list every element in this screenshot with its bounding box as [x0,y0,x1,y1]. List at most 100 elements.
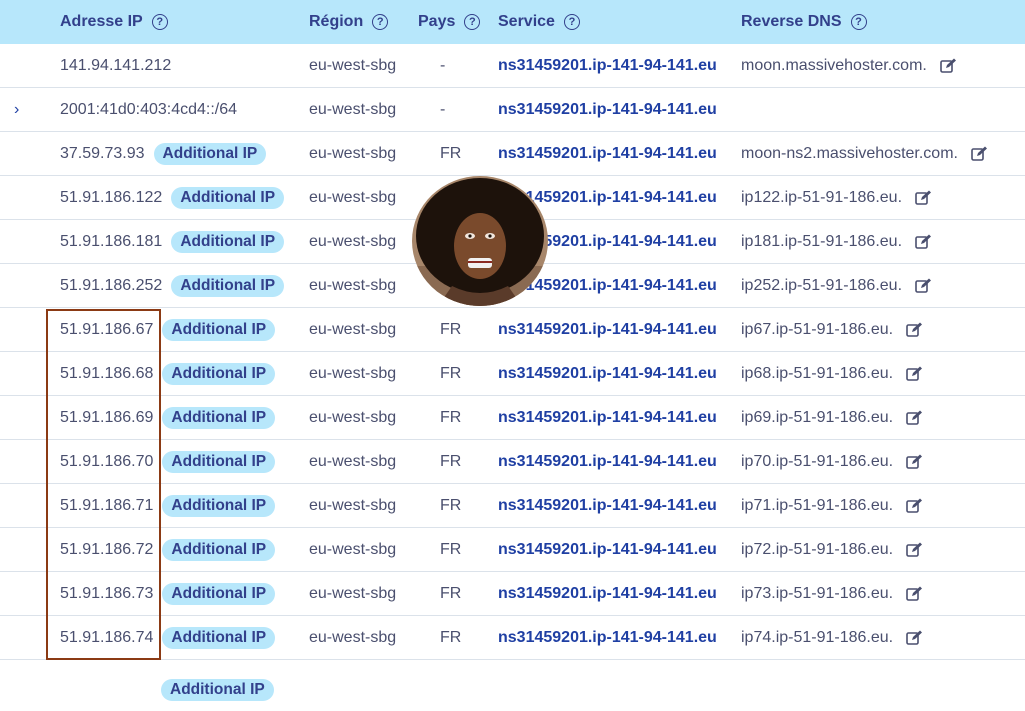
reverse-dns-text: ip69.ip-51-91-186.eu. [741,408,894,426]
table-row[interactable]: › 2001:41d0:403:4cd4::/64 eu-west-sbg - ns31… [0,88,1025,132]
service-link[interactable]: ns31459201.ip-141-94-141.eu [498,440,717,483]
edit-icon[interactable] [914,277,932,295]
service-link[interactable]: ns31459201.ip-141-94-141.eu [498,352,717,395]
region-cell: eu-west-sbg [309,56,397,74]
service-link[interactable]: ns31459201.ip-141-94-141.eu [498,132,717,175]
table-row[interactable]: 51.91.186.73 Additional IP eu-west-sbg FR ns… [0,572,1025,616]
table-row[interactable]: 51.91.186.67 Additional IP eu-west-sbg FR ns… [0,308,1025,352]
country-cell: - [440,56,446,74]
reverse-dns-text: ip72.ip-51-91-186.eu. [741,540,894,558]
country-cell: FR [440,584,462,602]
additional-ip-badge: Additional IP [171,274,285,297]
ip-cell: 51.91.186.72 Additional IP [60,528,276,571]
table-row[interactable]: 51.91.186.68 Additional IP eu-west-sbg FR ns… [0,352,1025,396]
additional-ip-badge: Additional IP [162,450,276,473]
ip-cell: 51.91.186.122 Additional IP [60,176,285,219]
region-cell: eu-west-sbg [309,628,397,646]
table-header: Adresse IP ? Région ? Pays ? Service ? R… [0,0,1025,44]
reverse-dns-cell: ip74.ip-51-91-186.eu. [741,616,923,659]
column-header-ip[interactable]: Adresse IP ? [60,0,168,44]
reverse-dns-text: ip122.ip-51-91-186.eu. [741,188,903,206]
service-link[interactable]: ns31459201.ip-141-94-141.eu [498,44,717,87]
service-link[interactable]: ns31459201.ip-141-94-141.eu [498,88,717,131]
country-cell: FR [440,364,462,382]
reverse-dns-text: ip70.ip-51-91-186.eu. [741,452,894,470]
help-icon[interactable]: ? [151,14,168,30]
reverse-dns-cell: ip68.ip-51-91-186.eu. [741,352,923,395]
edit-icon[interactable] [905,453,923,471]
additional-ip-badge: Additional IP [162,362,276,385]
table-row[interactable]: 51.91.186.74 Additional IP eu-west-sbg FR ns… [0,616,1025,660]
service-link[interactable]: ns31459201.ip-141-94-141.eu [498,484,717,527]
service-link[interactable]: ns31459201.ip-141-94-141.eu [498,616,717,659]
ip-address: 37.59.73.93 [60,144,145,162]
ip-cell: 51.91.186.69 Additional IP [60,396,276,439]
additional-ip-badge: Additional IP [162,538,276,561]
additional-ip-badge: Additional IP [171,230,285,253]
service-link[interactable]: ns31459201.ip-141-94-141.eu [498,528,717,571]
expand-chevron-icon[interactable]: › [14,88,19,131]
reverse-dns-text: ip68.ip-51-91-186.eu. [741,364,894,382]
country-cell: FR [440,408,462,426]
additional-ip-badge: Additional IP [162,318,276,341]
column-header-service[interactable]: Service ? [498,0,580,44]
ip-address: 51.91.186.252 [60,276,163,294]
column-header-ip-label: Adresse IP [60,13,143,30]
additional-ip-badge: Additional IP [153,142,267,165]
ip-address: 141.94.141.212 [60,56,172,74]
country-cell: FR [440,496,462,514]
table-row[interactable]: 51.91.186.69 Additional IP eu-west-sbg FR ns… [0,396,1025,440]
edit-icon[interactable] [905,541,923,559]
column-header-country[interactable]: Pays ? [418,0,481,44]
edit-icon[interactable] [905,409,923,427]
region-cell: eu-west-sbg [309,408,397,426]
edit-icon[interactable] [905,365,923,383]
shocked-face-icon [412,176,548,306]
table-row[interactable]: 141.94.141.212 eu-west-sbg - ns31459201.ip-… [0,44,1025,88]
ip-address: 2001:41d0:403:4cd4::/64 [60,100,238,118]
column-header-reverse-dns[interactable]: Reverse DNS ? [741,0,867,44]
ip-cell: 51.91.186.67 Additional IP [60,308,276,351]
reverse-dns-text: ip181.ip-51-91-186.eu. [741,232,903,250]
help-icon[interactable]: ? [850,14,867,30]
reverse-dns-cell: ip122.ip-51-91-186.eu. [741,176,932,219]
reverse-dns-text: ip71.ip-51-91-186.eu. [741,496,894,514]
country-cell: FR [440,540,462,558]
help-icon[interactable]: ? [464,14,481,30]
table-row-partial[interactable]: Additional IP [0,660,1025,704]
ip-address: 51.91.186.122 [60,188,163,206]
edit-icon[interactable] [914,189,932,207]
service-link[interactable]: ns31459201.ip-141-94-141.eu [498,308,717,351]
reverse-dns-text: ip67.ip-51-91-186.eu. [741,320,894,338]
column-header-service-label: Service [498,13,555,30]
table-row[interactable]: 51.91.186.71 Additional IP eu-west-sbg FR ns… [0,484,1025,528]
edit-icon[interactable] [905,497,923,515]
country-cell: FR [440,144,462,162]
help-icon[interactable]: ? [372,14,389,30]
service-link[interactable]: ns31459201.ip-141-94-141.eu [498,572,717,615]
table-row[interactable]: 37.59.73.93 Additional IP eu-west-sbg FR ns3… [0,132,1025,176]
region-cell: eu-west-sbg [309,188,397,206]
edit-icon[interactable] [905,585,923,603]
region-cell: eu-west-sbg [309,584,397,602]
ip-address: 51.91.186.181 [60,232,163,250]
service-link[interactable]: ns31459201.ip-141-94-141.eu [498,396,717,439]
edit-icon[interactable] [939,57,957,75]
country-cell: FR [440,452,462,470]
ip-cell: 51.91.186.74 Additional IP [60,616,276,659]
help-icon[interactable]: ? [563,14,580,30]
column-header-region[interactable]: Région ? [309,0,389,44]
ip-address: 51.91.186.68 [60,364,154,382]
region-cell: eu-west-sbg [309,364,397,382]
table-row[interactable]: 51.91.186.70 Additional IP eu-west-sbg FR ns… [0,440,1025,484]
country-cell: FR [440,320,462,338]
table-row[interactable]: 51.91.186.72 Additional IP eu-west-sbg FR ns… [0,528,1025,572]
ip-cell: 37.59.73.93 Additional IP [60,132,267,175]
edit-icon[interactable] [914,233,932,251]
region-cell: eu-west-sbg [309,100,397,118]
edit-icon[interactable] [905,321,923,339]
additional-ip-badge: Additional IP [161,678,274,701]
edit-icon[interactable] [905,629,923,647]
region-cell: eu-west-sbg [309,540,397,558]
edit-icon[interactable] [970,145,988,163]
